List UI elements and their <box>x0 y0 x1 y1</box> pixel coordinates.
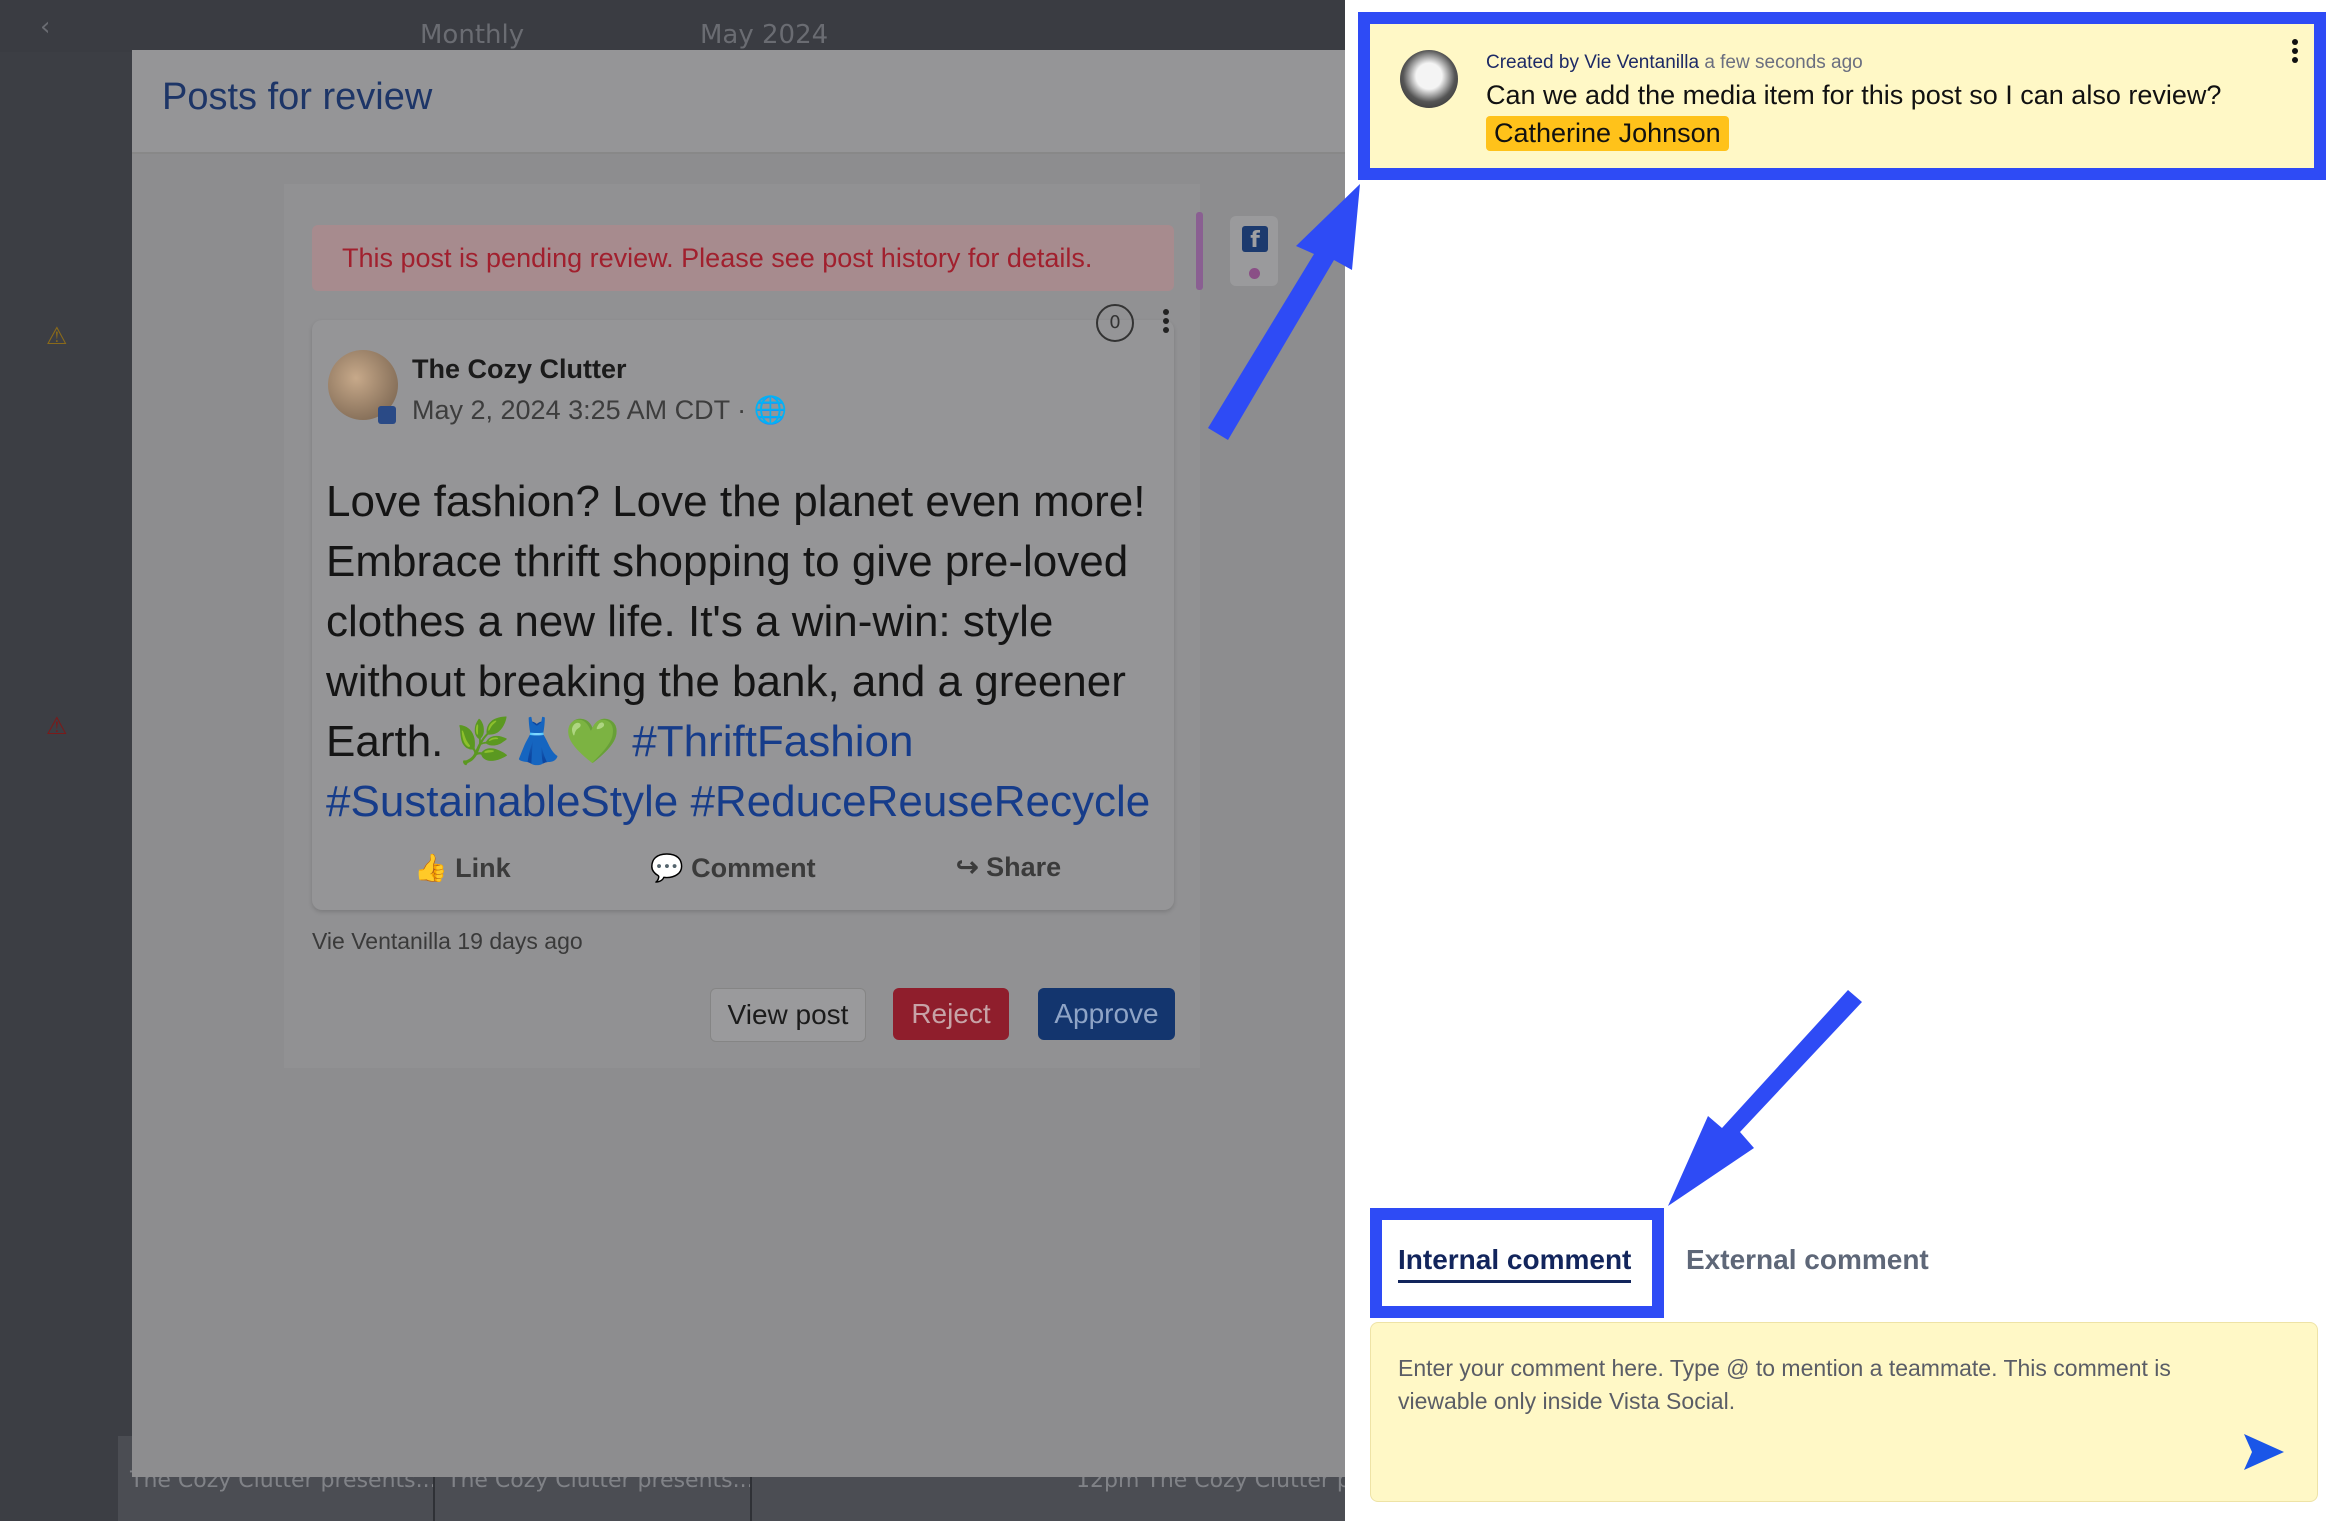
facebook-network-tab[interactable]: f <box>1230 216 1278 286</box>
like-label: Link <box>455 853 511 883</box>
post-date: May 2, 2024 3:25 AM CDT · 🌐 <box>412 394 787 426</box>
status-bar <box>1196 212 1203 290</box>
globe-icon: 🌐 <box>753 395 788 425</box>
commenter-avatar <box>1400 50 1458 108</box>
post-text: Love fashion? Love the planet even more!… <box>326 472 1166 832</box>
note-time: a few seconds ago <box>1704 52 1863 73</box>
view-post-button[interactable]: View post <box>710 988 866 1042</box>
warning-icon: ⚠ <box>46 712 68 740</box>
share-arrow-icon: ↪ <box>956 852 979 882</box>
pending-notice: This post is pending review. Please see … <box>312 225 1174 291</box>
approve-button[interactable]: Approve <box>1038 988 1175 1040</box>
month-label: May 2024 <box>700 20 829 50</box>
modal-title: Posts for review <box>162 76 433 118</box>
thumbs-up-icon: 👍 <box>414 853 448 883</box>
facebook-icon: f <box>1242 226 1268 253</box>
post-date-text: May 2, 2024 3:25 AM CDT · <box>412 395 747 425</box>
tab-external-comment[interactable]: External comment <box>1686 1244 1929 1276</box>
tab-internal-comment[interactable]: Internal comment <box>1398 1244 1632 1283</box>
share-action[interactable]: ↪ Share <box>956 852 1061 883</box>
facebook-badge-icon <box>378 406 396 424</box>
warning-icon: ⚠ <box>46 322 68 350</box>
share-label: Share <box>986 852 1062 882</box>
comment-label: Comment <box>691 853 816 883</box>
post-author: The Cozy Clutter <box>412 354 627 384</box>
modal-header: Posts for review <box>132 50 1345 154</box>
note-header: Created by Vie Ventanilla a few seconds … <box>1486 52 1863 74</box>
note-author: Created by Vie Ventanilla <box>1486 52 1700 73</box>
speech-bubble-icon: 💬 <box>650 853 684 883</box>
active-dot <box>1249 268 1260 279</box>
post-history-meta: Vie Ventanilla 19 days ago <box>312 928 583 954</box>
background-toolbar: ‹ Monthly May 2024 <box>0 0 1345 52</box>
note-menu-icon[interactable] <box>2292 36 2300 66</box>
mention-tag[interactable]: Catherine Johnson <box>1486 116 1729 151</box>
send-icon[interactable] <box>2242 1432 2286 1472</box>
post-menu-icon[interactable] <box>1163 306 1171 336</box>
back-icon: ‹ <box>40 12 51 42</box>
comment-placeholder: Enter your comment here. Type @ to menti… <box>1398 1355 2171 1414</box>
note-text: Can we add the media item for this post … <box>1486 80 2222 110</box>
comment-count-badge[interactable]: 0 <box>1096 304 1134 342</box>
view-selector: Monthly <box>420 20 525 50</box>
like-action[interactable]: 👍 Link <box>414 852 511 884</box>
background-sidebar: ⚠ ⚠ <box>0 52 132 1521</box>
reject-button[interactable]: Reject <box>893 988 1009 1040</box>
comment-action[interactable]: 💬 Comment <box>650 852 816 884</box>
